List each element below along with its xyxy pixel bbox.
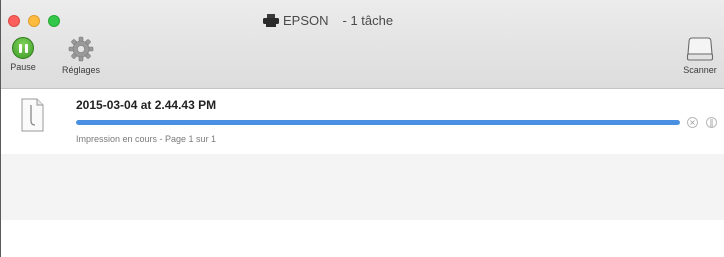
window-title: EPSON - 1 tâche xyxy=(263,13,393,28)
gear-icon xyxy=(68,36,94,62)
job-status: Impression en cours - Page 1 sur 1 xyxy=(76,134,217,144)
job-progress-bar xyxy=(76,120,680,125)
hold-icon: ‖ xyxy=(709,117,714,127)
scanner-button[interactable]: Scanner xyxy=(675,36,724,75)
job-count: - 1 tâche xyxy=(342,13,394,28)
pause-button[interactable]: Pause xyxy=(5,37,41,72)
delete-icon: × xyxy=(689,117,696,127)
minimize-window-button[interactable] xyxy=(28,15,40,27)
printer-icon xyxy=(263,14,279,27)
job-name: 2015-03-04 at 2.44.43 PM xyxy=(76,98,217,112)
scanner-icon xyxy=(686,37,714,61)
pause-label: Pause xyxy=(10,62,36,72)
printer-name: EPSON xyxy=(283,13,329,28)
settings-label: Réglages xyxy=(61,65,101,75)
job-progress-fill xyxy=(76,120,680,125)
scanner-label: Scanner xyxy=(683,65,717,75)
delete-job-button[interactable]: × xyxy=(687,117,698,128)
toolbar: EPSON - 1 tâche Pause Réglages Scanner xyxy=(1,0,724,89)
empty-job-row xyxy=(1,220,724,257)
empty-job-row xyxy=(1,154,724,220)
document-icon xyxy=(21,98,44,132)
print-queue-window: EPSON - 1 tâche Pause Réglages Scanner 2… xyxy=(0,0,724,257)
job-row[interactable]: 2015-03-04 at 2.44.43 PM Impression en c… xyxy=(1,90,724,154)
close-window-button[interactable] xyxy=(8,15,20,27)
pause-icon xyxy=(12,37,34,59)
zoom-window-button[interactable] xyxy=(48,15,60,27)
hold-job-button[interactable]: ‖ xyxy=(706,117,717,128)
settings-button[interactable]: Réglages xyxy=(55,36,107,75)
